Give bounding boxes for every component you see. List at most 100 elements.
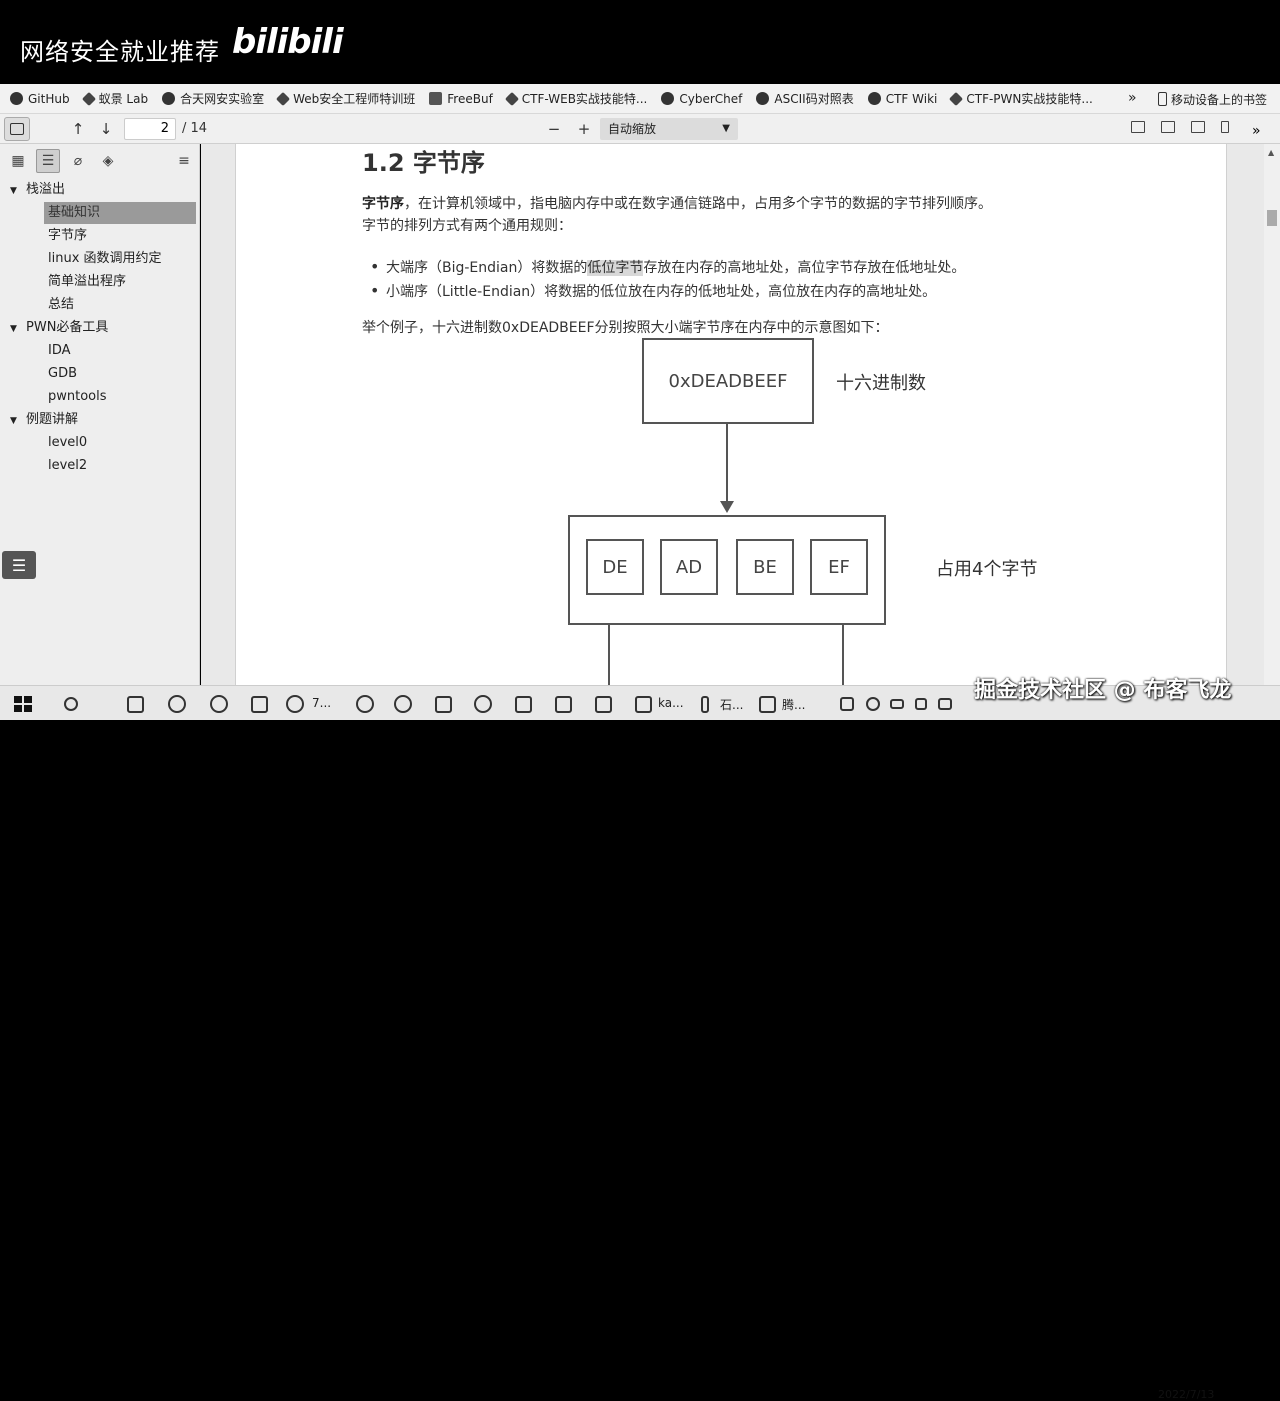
bookmark-icon[interactable] [1220, 120, 1236, 136]
bookmark-ctf-pwn[interactable]: CTF-PWN实战技能特... [949, 90, 1093, 107]
sidebar-toggle-button[interactable] [4, 117, 30, 141]
ctf-icon [867, 92, 881, 105]
zoom-out-button[interactable]: − [542, 117, 566, 141]
diamond-icon [949, 91, 964, 106]
freebuf-icon [429, 92, 443, 105]
layers-icon[interactable]: ◈ [96, 149, 120, 173]
taskbar-item-label: 腾... [782, 698, 806, 712]
chevron-down-icon: ▼ [722, 123, 730, 134]
next-page-button[interactable]: ↓ [94, 117, 118, 141]
outline-icon[interactable]: ☰ [36, 149, 60, 173]
attachments-icon[interactable]: ⌀ [66, 149, 90, 173]
firefox-icon[interactable] [284, 693, 306, 715]
save-icon[interactable] [1190, 120, 1206, 136]
bookmark-ctf-wiki[interactable]: CTF Wiki [867, 92, 937, 106]
zoom-select[interactable]: 自动缩放 ▼ [600, 118, 738, 140]
github-icon [10, 92, 23, 105]
vertical-scrollbar[interactable]: ▲ [1264, 144, 1280, 685]
outline-tree: ▼ 栈溢出 基础知识 字节序 linux 函数调用约定 简单溢出程序 总结 ▼ PW… [0, 178, 199, 477]
byte-box: BE [736, 539, 794, 595]
outline-item[interactable]: ▼ PWN必备工具 [0, 316, 199, 339]
bookmark-yijing-lab[interactable]: 蚁景 Lab [81, 90, 148, 107]
tools-icon[interactable]: » [1252, 120, 1268, 139]
app-icon[interactable] [208, 693, 230, 715]
connector-line [842, 625, 844, 685]
app-icon[interactable] [552, 693, 574, 715]
hex-value-box: 0xDEADBEEF [642, 338, 814, 424]
app-icon[interactable] [632, 693, 654, 715]
taskbar-date[interactable]: 2022/7/13 [1158, 1388, 1214, 1401]
thumbnails-icon[interactable]: ▦ [6, 149, 30, 173]
typora-icon[interactable] [432, 693, 454, 715]
outline-item[interactable]: level2 [0, 454, 199, 477]
chef-icon [661, 92, 675, 105]
tray-icon[interactable] [862, 693, 884, 715]
search-icon[interactable] [60, 693, 82, 715]
bytes-label: 占用4个字节 [936, 559, 1038, 580]
diamond-icon [504, 91, 519, 106]
expand-outline-icon[interactable]: ≡ [172, 149, 196, 173]
tray-icon[interactable] [836, 693, 858, 715]
bullet-big-endian: 大端序（Big-Endian）将数据的低位字节存放在内存的高地址处，高位字节存放… [370, 257, 965, 277]
app-icon[interactable] [472, 693, 494, 715]
presentation-icon[interactable] [1130, 120, 1146, 136]
byte-box: DE [586, 539, 644, 595]
app-icon[interactable] [756, 693, 778, 715]
banner-title: 网络安全就业推荐 [20, 38, 220, 66]
outline-item[interactable]: 总结 [0, 293, 199, 316]
outline-item[interactable]: linux 函数调用约定 [0, 247, 199, 270]
outline-item[interactable]: ▼ 栈溢出 [0, 178, 199, 201]
phone-icon [1158, 92, 1167, 106]
windows-start-icon[interactable] [14, 696, 32, 712]
pdf-page: 1.2 字节序 字节序，在计算机领域中，指电脑内存中或在数字通信链路中，占用多个… [235, 144, 1227, 685]
scroll-up-icon[interactable]: ▲ [1268, 148, 1274, 157]
page-number-input[interactable]: 2 [124, 118, 176, 140]
outline-item[interactable]: 简单溢出程序 [0, 270, 199, 293]
terminal-icon[interactable] [248, 693, 270, 715]
outline-item[interactable]: IDA [0, 339, 199, 362]
page-total: / 14 [182, 121, 208, 136]
edge-icon[interactable] [354, 693, 376, 715]
app-icon[interactable] [694, 693, 716, 715]
bookmark-freebuf[interactable]: FreeBuf [429, 92, 493, 106]
app-icon[interactable] [512, 693, 534, 715]
outline-item[interactable]: GDB [0, 362, 199, 385]
previous-page-button[interactable]: ↑ [66, 117, 90, 141]
triangle-down-icon: ▼ [10, 186, 17, 196]
sidebar-menu-button[interactable]: ☰ [2, 551, 36, 579]
zoom-in-button[interactable]: + [572, 117, 596, 141]
outline-item[interactable]: 基础知识 [0, 201, 199, 224]
tray-icon[interactable] [934, 693, 956, 715]
document-viewer[interactable]: 1.2 字节序 字节序，在计算机领域中，指电脑内存中或在数字通信链路中，占用多个… [201, 144, 1280, 685]
bookmarks-overflow-button[interactable]: » [1128, 90, 1137, 106]
arrow-head-icon [720, 501, 734, 513]
mobile-bookmarks[interactable]: 移动设备上的书签 [1158, 84, 1267, 114]
app-icon[interactable] [124, 693, 146, 715]
sidebar-icon [10, 123, 24, 135]
app-icon[interactable] [592, 693, 614, 715]
bookmark-ctf-web[interactable]: CTF-WEB实战技能特... [504, 90, 647, 107]
byte-box: EF [810, 539, 868, 595]
outline-item[interactable]: level0 [0, 431, 199, 454]
bookmark-cyberchef[interactable]: CyberChef [661, 92, 742, 106]
scrollbar-thumb[interactable] [1267, 210, 1277, 226]
bookmark-web-training[interactable]: Web安全工程师特训班 [276, 90, 415, 107]
chat-icon[interactable] [166, 693, 188, 715]
bookmark-hetian[interactable]: 合天网安实验室 [162, 90, 264, 107]
outline-item[interactable]: 字节序 [0, 224, 199, 247]
print-icon[interactable] [1160, 120, 1176, 136]
c-icon [756, 92, 770, 105]
bookmark-ascii[interactable]: ASCII码对照表 [756, 90, 854, 107]
pdf-toolbar: ↑ ↓ 2 / 14 − + 自动缩放 ▼ » [0, 114, 1280, 144]
outline-item[interactable]: ▼ 例题讲解 [0, 408, 199, 431]
battery-icon[interactable] [886, 693, 908, 715]
watermark: 掘金技术社区 @ 布客飞龙 [974, 678, 1232, 703]
sidebar-tools: ▦ ☰ ⌀ ◈ ≡ [0, 144, 199, 178]
diamond-icon [276, 91, 291, 106]
bookmark-github[interactable]: GitHub [10, 92, 70, 106]
triangle-down-icon: ▼ [10, 324, 17, 334]
outline-item[interactable]: pwntools [0, 385, 199, 408]
paragraph-rules: 字节的排列方式有两个通用规则： [362, 218, 572, 234]
chrome-icon[interactable] [392, 693, 414, 715]
volume-icon[interactable] [910, 693, 932, 715]
